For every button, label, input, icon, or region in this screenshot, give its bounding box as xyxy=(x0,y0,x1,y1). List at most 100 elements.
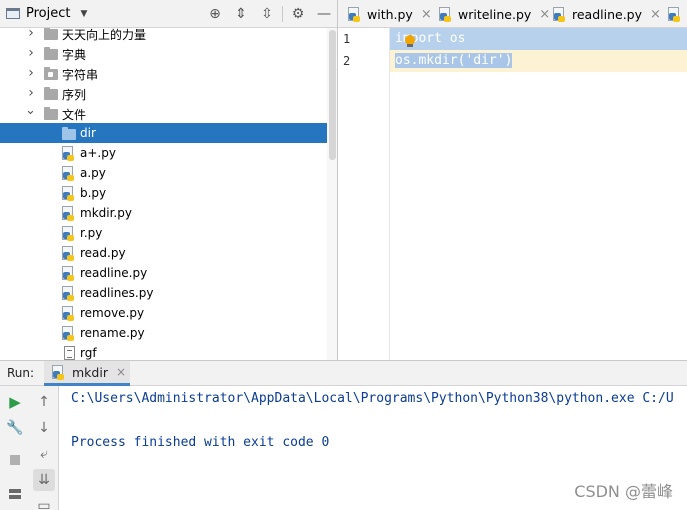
tree-item-label: rgf xyxy=(80,346,97,360)
close-icon[interactable]: × xyxy=(116,365,126,379)
expand-all-icon[interactable]: ⇕ xyxy=(228,6,254,22)
chevron-down-icon[interactable]: ▼ xyxy=(80,9,87,19)
close-icon[interactable]: × xyxy=(421,7,432,22)
tree-item[interactable]: readline.py xyxy=(0,263,327,283)
chevron-right-icon[interactable]: › xyxy=(26,65,36,81)
divider xyxy=(282,6,283,22)
print-icon[interactable]: ▭ xyxy=(33,495,55,510)
python-file-icon xyxy=(62,246,76,261)
lightbulb-icon[interactable] xyxy=(404,35,416,47)
tree-item[interactable]: b.py xyxy=(0,183,327,203)
tree-item[interactable]: readlines.py xyxy=(0,283,327,303)
code-line[interactable]: import os xyxy=(390,28,687,50)
wrench-icon[interactable]: 🔧 xyxy=(4,417,26,439)
console-command-line: C:\Users\Administrator\AppData\Local\Pro… xyxy=(71,391,674,406)
python-file-icon xyxy=(62,286,76,301)
tab-overflow[interactable]: s xyxy=(668,0,687,27)
chevron-right-icon[interactable]: › xyxy=(26,45,36,61)
tree-scroll-thumb[interactable] xyxy=(329,30,336,160)
tree-item-label: readline.py xyxy=(80,266,148,280)
chevron-right-icon[interactable]: › xyxy=(26,28,36,41)
tree-item-label: a.py xyxy=(80,166,106,180)
project-folder-icon xyxy=(6,8,20,19)
tab-label: readline.py xyxy=(572,6,643,22)
arrow-up-icon[interactable]: ↑ xyxy=(33,391,55,413)
tree-item-label: a+.py xyxy=(80,146,116,160)
python-file-icon xyxy=(62,306,76,321)
tree-item[interactable]: rename.py xyxy=(0,323,327,343)
code-text: os.mkdir('dir') xyxy=(395,53,513,68)
close-icon[interactable]: × xyxy=(539,7,550,22)
python-file-icon xyxy=(668,6,682,22)
tree-item-label: read.py xyxy=(80,246,126,260)
project-title[interactable]: Project xyxy=(26,6,70,21)
tab-writeline-py[interactable]: writeline.py × xyxy=(439,0,550,27)
tree-item[interactable]: ⌄ 文件 xyxy=(0,103,327,123)
project-header: Project ▼ ⊕ ⇕ ⇳ ⚙ — xyxy=(0,0,337,28)
gear-icon[interactable]: ⚙ xyxy=(285,6,311,22)
python-file-icon xyxy=(62,326,76,341)
python-file-icon xyxy=(52,364,66,380)
code-editor[interactable]: 1 2 import os os.mkdir('dir') xyxy=(338,28,687,360)
python-file-icon xyxy=(62,146,76,161)
tree-item-label: 文件 xyxy=(62,108,87,122)
tree-item-label: readlines.py xyxy=(80,286,154,300)
run-tab-mkdir[interactable]: mkdir × xyxy=(44,361,130,386)
text-file-icon xyxy=(64,346,75,360)
run-label: Run: xyxy=(7,366,35,380)
tree-item[interactable]: › 字典 xyxy=(0,43,327,63)
tree-item[interactable]: › 字符串 xyxy=(0,63,327,83)
code-text: os xyxy=(441,31,466,46)
rerun-icon[interactable]: ▶ xyxy=(4,391,26,413)
tab-readline-py[interactable]: readline.py × xyxy=(553,0,661,27)
scroll-to-end-icon[interactable]: ⇊ xyxy=(33,469,55,491)
close-icon[interactable]: × xyxy=(650,7,661,22)
tree-item-label: b.py xyxy=(80,186,107,200)
tree-item[interactable]: mkdir.py xyxy=(0,203,327,223)
arrow-down-icon[interactable]: ↓ xyxy=(33,417,55,439)
tree-item[interactable]: a+.py xyxy=(0,143,327,163)
hide-panel-icon[interactable]: — xyxy=(311,6,337,22)
tree-item-label: remove.py xyxy=(80,306,145,320)
code-line[interactable]: os.mkdir('dir') xyxy=(390,50,687,72)
package-icon xyxy=(44,67,58,80)
python-file-icon xyxy=(62,266,76,281)
collapse-all-icon[interactable]: ⇳ xyxy=(254,6,280,22)
run-toolbar: ▶ ↑ 🔧 ↓ ⤶ ⇊ ▭ xyxy=(0,386,59,510)
tree-item-label: 序列 xyxy=(62,88,87,102)
tree-item-label: mkdir.py xyxy=(80,206,132,220)
tree-item[interactable]: a.py xyxy=(0,163,327,183)
tree-item[interactable]: remove.py xyxy=(0,303,327,323)
tree-item-label: 天天向上的力量 xyxy=(62,28,147,42)
tree-item-label: 字符串 xyxy=(62,68,99,82)
locate-file-icon[interactable]: ⊕ xyxy=(202,6,228,22)
folder-icon xyxy=(44,87,58,100)
python-file-icon xyxy=(62,206,76,221)
project-tree: › 天天向上的力量 › 字典 › 字符串 › 序列 ⌄ 文件 dir a+.py a.py b.py mkd… xyxy=(0,28,327,360)
chevron-down-icon[interactable]: ⌄ xyxy=(25,103,36,118)
tree-item[interactable]: rgf xyxy=(0,343,327,360)
tree-item[interactable]: read.py xyxy=(0,243,327,263)
tab-with-py[interactable]: with.py × xyxy=(348,0,432,27)
folder-icon xyxy=(44,47,58,60)
tree-item[interactable]: r.py xyxy=(0,223,327,243)
line-number: 1 xyxy=(343,32,351,46)
run-header: Run: mkdir × xyxy=(0,360,687,386)
tree-item-label: r.py xyxy=(80,226,103,240)
tree-item[interactable]: › 序列 xyxy=(0,83,327,103)
run-tab-label: mkdir xyxy=(72,364,108,380)
chevron-right-icon[interactable]: › xyxy=(26,85,36,101)
tree-item[interactable]: › 天天向上的力量 xyxy=(0,28,327,43)
tree-scrollbar[interactable] xyxy=(327,28,337,360)
console-exit-line: Process finished with exit code 0 xyxy=(71,435,330,450)
tab-label: writeline.py xyxy=(458,6,532,22)
line-number: 2 xyxy=(343,54,351,68)
editor-tab-bar: with.py × writeline.py × readline.py × s xyxy=(338,0,687,28)
soft-wrap-icon[interactable]: ⤶ xyxy=(33,443,55,465)
layout-icon[interactable] xyxy=(4,483,26,505)
tree-item[interactable]: dir xyxy=(0,123,327,143)
tab-label: with.py xyxy=(367,6,413,22)
python-file-icon xyxy=(62,186,76,201)
code-keyword: import xyxy=(395,31,442,46)
stop-icon[interactable] xyxy=(4,449,26,471)
